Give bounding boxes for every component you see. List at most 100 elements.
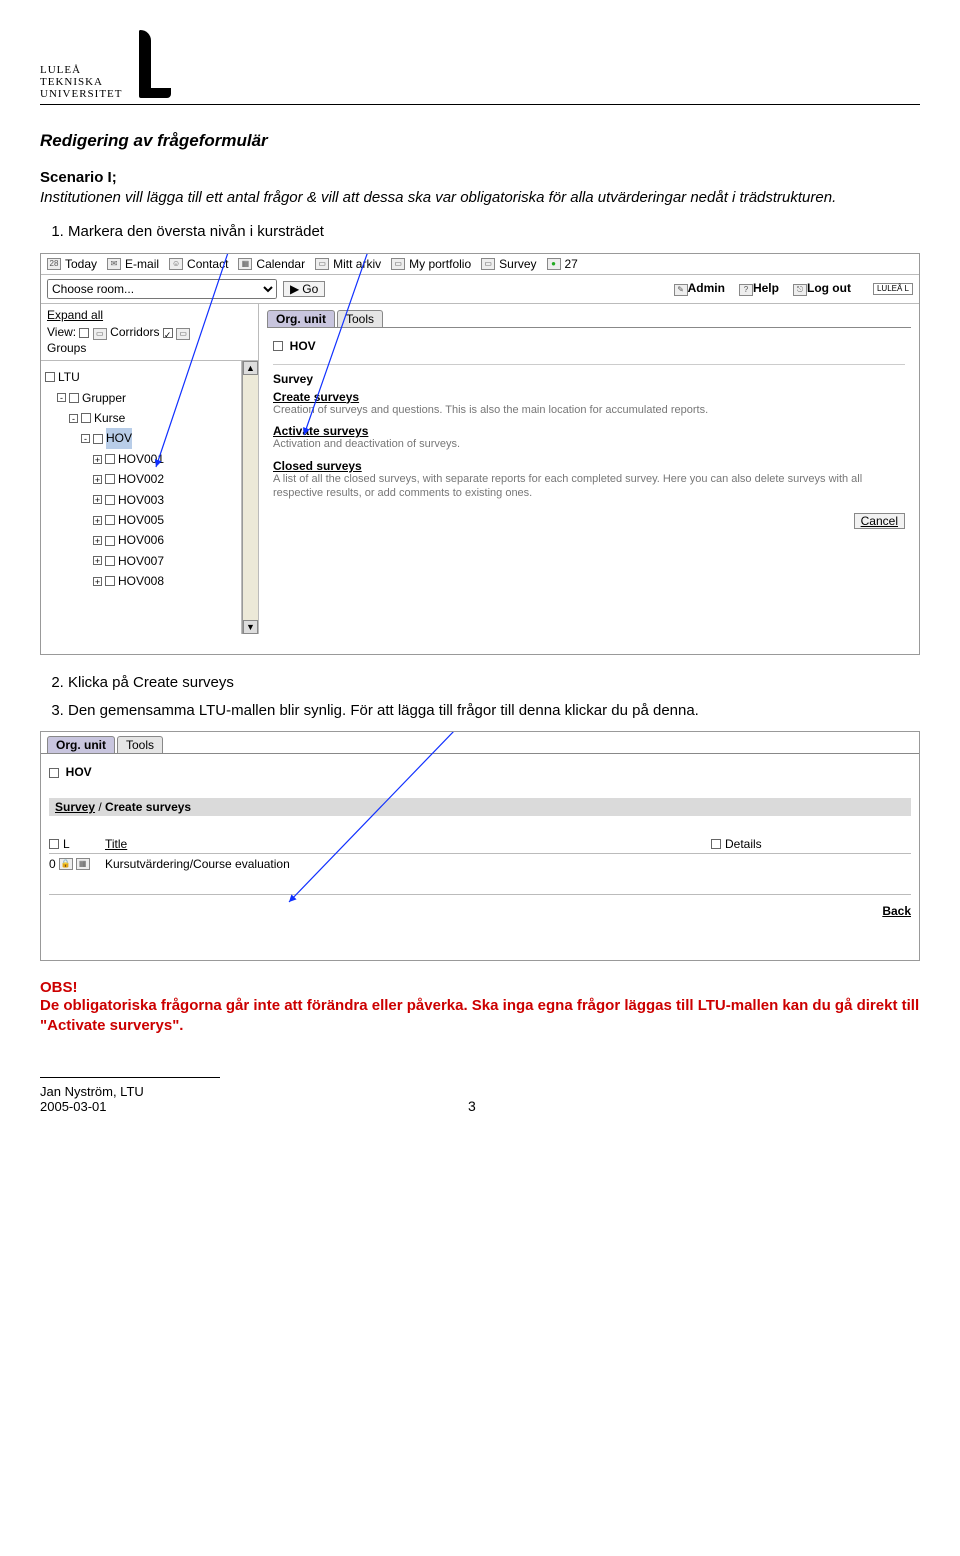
tab-org-unit-2[interactable]: Org. unit [47, 736, 115, 753]
step-list-cont: Klicka på Create surveys Den gemensamma … [40, 673, 920, 722]
survey-row[interactable]: 0 🔒 ▦ Kursutvärdering/Course evaluation [49, 854, 911, 895]
step-1: Markera den översta nivån i kursträdet [68, 222, 920, 242]
admin-link[interactable]: ✎Admin [674, 282, 725, 296]
section-title: Redigering av frågeformulär [40, 131, 920, 151]
tree-scrollbar[interactable]: ▲ ▼ [242, 361, 258, 633]
back-link[interactable]: Back [49, 905, 911, 917]
tab-org-unit[interactable]: Org. unit [267, 310, 335, 327]
scenario-label: Scenario I; [40, 169, 920, 186]
tree-check[interactable] [105, 536, 115, 546]
cancel-button[interactable]: Cancel [854, 513, 905, 529]
nav-survey[interactable]: ▭Survey [481, 258, 536, 270]
tree-check[interactable] [105, 556, 115, 566]
tree-selected[interactable]: HOV [106, 428, 132, 448]
obs-label: OBS! [40, 979, 920, 996]
details-checkbox[interactable] [711, 839, 721, 849]
hov-checkbox-2[interactable] [49, 768, 59, 778]
survey-icon: ▦ [76, 858, 90, 870]
tree-check[interactable] [81, 413, 91, 423]
col-l: L [63, 838, 70, 850]
contact-icon: ☺ [169, 258, 183, 270]
logo-line3: UNIVERSITET [40, 88, 123, 100]
step-list: Markera den översta nivån i kursträdet [40, 222, 920, 242]
col-title[interactable]: Title [105, 837, 127, 851]
page-footer: Jan Nyström, LTU 2005-03-01 3 [40, 1084, 920, 1114]
activate-surveys-link[interactable]: Activate surveys [273, 425, 905, 437]
calendar-day-icon: 28 [47, 258, 61, 270]
archive-icon: ▭ [315, 258, 329, 270]
page-number: 3 [144, 1098, 800, 1114]
logo-line2: TEKNISKA [40, 76, 123, 88]
tree-expand-icon[interactable]: + [93, 495, 102, 504]
tree-expand-icon[interactable]: + [93, 455, 102, 464]
tree-check[interactable] [105, 454, 115, 464]
logout-link[interactable]: ⎋Log out [793, 282, 851, 296]
go-button[interactable]: ▶ Go [283, 281, 325, 297]
hov-checkbox[interactable] [273, 341, 283, 351]
tree-check[interactable] [45, 372, 55, 382]
view-label: View: [47, 325, 76, 339]
tree-collapse-icon[interactable]: - [69, 414, 78, 423]
choose-room-select[interactable]: Choose room... [47, 279, 277, 299]
presence-icon: ● [547, 258, 561, 270]
wrench-icon: ✎ [674, 284, 688, 296]
closed-surveys-desc: A list of all the closed surveys, with s… [273, 473, 905, 501]
corridors-checkbox[interactable] [79, 328, 89, 338]
tree-check[interactable] [105, 495, 115, 505]
tree-collapse-icon[interactable]: - [57, 393, 66, 402]
nav-email[interactable]: ✉E-mail [107, 258, 159, 270]
mini-logo: LULEÅ L [873, 283, 913, 295]
nav-count[interactable]: ●27 [547, 258, 578, 270]
nav-mitt-arkiv[interactable]: ▭Mitt arkiv [315, 258, 381, 270]
tree-pane: Expand all View: ▭ Corridors ▭ Groups LT… [41, 304, 259, 634]
tree-check[interactable] [105, 474, 115, 484]
mail-icon: ✉ [107, 258, 121, 270]
tab-tools[interactable]: Tools [337, 310, 383, 327]
nav-contact[interactable]: ☺Contact [169, 258, 228, 270]
breadcrumb: Survey / Create surveys [49, 798, 911, 816]
nav-calendar[interactable]: ▦Calendar [238, 258, 305, 270]
survey-heading: Survey [273, 373, 905, 385]
screenshot-2: Org. unit Tools HOV Survey / Create surv… [40, 731, 920, 961]
footer-rule [40, 1077, 220, 1078]
expand-all-link[interactable]: Expand all [47, 308, 103, 322]
groups-label: Groups [47, 341, 252, 357]
lock-count: 0 [49, 858, 56, 870]
tree-expand-icon[interactable]: + [93, 475, 102, 484]
activate-surveys-desc: Activation and deactivation of surveys. [273, 438, 905, 452]
tree-expand-icon[interactable]: + [93, 536, 102, 545]
footer-author: Jan Nyström, LTU [40, 1084, 144, 1099]
tab-tools-2[interactable]: Tools [117, 736, 163, 753]
nav-today[interactable]: 28Today [47, 258, 97, 270]
breadcrumb-survey[interactable]: Survey [55, 800, 95, 814]
tree-expand-icon[interactable]: + [93, 556, 102, 565]
tree-check[interactable] [105, 515, 115, 525]
content-pane: Org. unit Tools HOV Survey Create survey… [259, 304, 919, 634]
corridors-icon: ▭ [93, 328, 107, 340]
groups-view-checkbox[interactable] [163, 328, 173, 338]
survey-title[interactable]: Kursutvärdering/Course evaluation [105, 858, 290, 870]
closed-surveys-link[interactable]: Closed surveys [273, 460, 905, 472]
tree-check[interactable] [105, 576, 115, 586]
nav-my-portfolio[interactable]: ▭My portfolio [391, 258, 471, 270]
tree-check[interactable] [93, 434, 103, 444]
room-bar: Choose room... ▶ Go ✎Admin ?Help ⎋Log ou… [41, 275, 919, 304]
tree-expand-icon[interactable]: + [93, 577, 102, 586]
create-surveys-link[interactable]: Create surveys [273, 391, 905, 403]
step-2: Klicka på Create surveys [68, 673, 920, 693]
course-tree[interactable]: LTU - Grupper - Kurse - HOV + HOV001 [41, 361, 242, 633]
scroll-down-icon[interactable]: ▼ [243, 620, 258, 634]
select-all-checkbox[interactable] [49, 839, 59, 849]
tree-check[interactable] [69, 393, 79, 403]
top-nav: 28Today ✉E-mail ☺Contact ▦Calendar ▭Mitt… [41, 254, 919, 275]
tree-expand-icon[interactable]: + [93, 516, 102, 525]
scroll-up-icon[interactable]: ▲ [243, 361, 258, 375]
tree-collapse-icon[interactable]: - [81, 434, 90, 443]
help-icon: ? [739, 284, 753, 296]
university-logo: LULEÅ TEKNISKA UNIVERSITET [40, 30, 920, 100]
screenshot-1: 28Today ✉E-mail ☺Contact ▦Calendar ▭Mitt… [40, 253, 920, 655]
folder-icon: ▭ [481, 258, 495, 270]
create-surveys-desc: Creation of surveys and questions. This … [273, 404, 905, 418]
footer-date: 2005-03-01 [40, 1099, 144, 1114]
help-link[interactable]: ?Help [739, 282, 779, 296]
